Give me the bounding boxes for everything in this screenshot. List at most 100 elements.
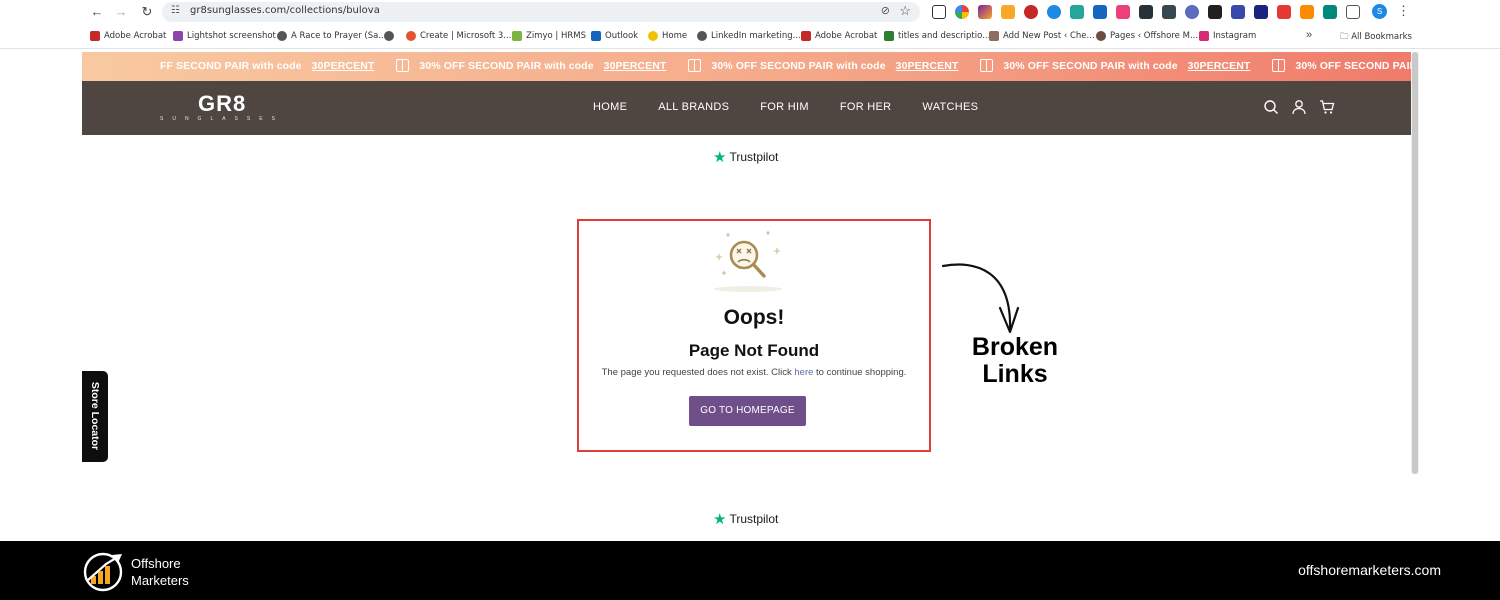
bookmark-item[interactable] xyxy=(384,31,394,41)
url-text[interactable]: gr8sunglasses.com/collections/bulova xyxy=(190,5,380,16)
bookmark-item[interactable]: Adobe Acrobat xyxy=(801,31,877,41)
bookmark-favicon xyxy=(173,31,183,41)
bookmark-item[interactable]: Pages ‹ Offshore M... xyxy=(1096,31,1198,41)
bookmark-item[interactable]: Home xyxy=(648,31,687,41)
nav-watches[interactable]: WATCHES xyxy=(922,101,978,113)
promo-bar: FF SECOND PAIR with code 30PERCENT 30% O… xyxy=(82,52,1411,81)
scrollbar-thumb[interactable] xyxy=(1412,52,1418,474)
promo-item: 30% OFF SECOND PAIR with code 30PERCENT xyxy=(688,59,958,72)
trustpilot-star-icon: ★ xyxy=(713,511,727,528)
search-icon[interactable] xyxy=(1263,99,1279,115)
brand-logo[interactable]: GR8 SUNGLASSES xyxy=(160,89,290,125)
back-icon[interactable]: ← xyxy=(88,3,106,21)
cart-icon[interactable] xyxy=(1319,99,1335,115)
promo-code[interactable]: 30PERCENT xyxy=(604,60,667,72)
extension-icon[interactable] xyxy=(1093,5,1107,19)
bookmark-favicon xyxy=(801,31,811,41)
store-locator-label: Store Locator xyxy=(89,381,101,451)
error-subtitle: Page Not Found xyxy=(688,341,820,360)
bookmark-item[interactable]: Zimyo | HRMS xyxy=(512,31,586,41)
logo-tagline: SUNGLASSES xyxy=(160,116,284,122)
offshore-marketers-logo-icon xyxy=(83,552,123,592)
extension-icon[interactable] xyxy=(1208,5,1222,19)
gift-icon xyxy=(980,59,994,72)
bookmark-favicon xyxy=(697,31,707,41)
nav-for-him[interactable]: FOR HIM xyxy=(760,101,809,113)
promo-item: 30% OFF SECOND PAIR with code 30PERCENT xyxy=(396,59,666,72)
extension-icon[interactable] xyxy=(1024,5,1038,19)
extension-icon[interactable] xyxy=(1139,5,1153,19)
site-settings-icon[interactable]: ☷ xyxy=(171,5,180,16)
extension-icon[interactable] xyxy=(1116,5,1130,19)
bookmark-favicon xyxy=(1096,31,1106,41)
gift-icon xyxy=(396,59,410,72)
footer-banner: Offshore Marketers offshoremarketers.com xyxy=(0,541,1500,600)
account-icon[interactable] xyxy=(1291,99,1307,115)
extension-icon[interactable] xyxy=(1070,5,1084,19)
bookmark-favicon xyxy=(90,31,100,41)
bookmark-favicon xyxy=(512,31,522,41)
nav-all-brands[interactable]: ALL BRANDS xyxy=(658,101,729,113)
trustpilot-label: Trustpilot xyxy=(729,512,779,526)
bookmark-star-icon[interactable]: ☆ xyxy=(899,3,911,19)
promo-code[interactable]: 30PERCENT xyxy=(312,60,375,72)
profile-avatar[interactable]: S xyxy=(1372,4,1387,19)
browser-menu-icon[interactable]: ⋮ xyxy=(1397,3,1410,19)
extension-icon[interactable] xyxy=(1185,5,1199,19)
not-found-panel: Oops! Page Not Found The page you reques… xyxy=(577,219,931,452)
bookmark-item[interactable]: titles and descriptio... xyxy=(884,31,990,41)
go-to-homepage-button[interactable]: GO TO HOMEPAGE xyxy=(689,396,806,426)
extension-icon[interactable] xyxy=(955,5,969,19)
reload-icon[interactable]: ↻ xyxy=(138,3,156,21)
bookmark-favicon xyxy=(591,31,601,41)
extension-icon[interactable] xyxy=(1277,5,1291,19)
trustpilot-widget-top[interactable]: ★ Trustpilot xyxy=(713,148,778,166)
extension-icon[interactable] xyxy=(932,5,946,19)
address-bar[interactable]: ☷ gr8sunglasses.com/collections/bulova ⊘… xyxy=(162,2,920,22)
extension-icon[interactable] xyxy=(978,5,992,19)
bookmark-item[interactable]: Outlook xyxy=(591,31,638,41)
forward-icon[interactable]: → xyxy=(112,3,130,21)
bookmark-item[interactable]: LinkedIn marketing... xyxy=(697,31,801,41)
more-bookmarks-icon[interactable]: » xyxy=(1306,29,1312,41)
bookmark-item[interactable]: Create | Microsoft 3... xyxy=(406,31,511,41)
error-message: The page you requested does not exist. C… xyxy=(601,367,907,378)
bookmark-favicon xyxy=(989,31,999,41)
tracking-eye-icon[interactable]: ⊘ xyxy=(881,4,890,17)
logo-wordmark: GR8 xyxy=(198,91,247,116)
bookmark-item[interactable]: Instagram xyxy=(1199,31,1256,41)
extension-icon[interactable] xyxy=(1162,5,1176,19)
error-title: Oops! xyxy=(723,306,785,329)
extension-icon[interactable] xyxy=(1254,5,1268,19)
magnifier-sad-icon xyxy=(714,231,782,292)
bookmark-item[interactable]: Add New Post ‹ Che... xyxy=(989,31,1095,41)
browser-toolbar: ← → ↻ ☷ gr8sunglasses.com/collections/bu… xyxy=(0,0,1500,25)
page-scrollbar[interactable] xyxy=(1411,52,1419,474)
bookmark-favicon xyxy=(1199,31,1209,41)
extension-icon[interactable] xyxy=(1323,5,1337,19)
gift-icon xyxy=(688,59,702,72)
bookmark-favicon xyxy=(648,31,658,41)
bookmark-favicon xyxy=(277,31,287,41)
extensions-puzzle-icon[interactable] xyxy=(1346,5,1360,19)
continue-shopping-link[interactable]: here xyxy=(794,367,813,378)
bookmark-favicon xyxy=(884,31,894,41)
nav-home[interactable]: HOME xyxy=(593,101,627,113)
promo-item: 30% OFF SECOND PAIR with code 30PERCENT xyxy=(980,59,1250,72)
all-bookmarks-folder[interactable]: 🗀 All Bookmarks xyxy=(1340,31,1412,45)
promo-item: 30% OFF SECOND PAIR wit xyxy=(1272,59,1411,72)
trustpilot-widget-bottom[interactable]: ★ Trustpilot xyxy=(713,510,778,528)
bookmark-item[interactable]: Lightshot screenshot xyxy=(173,31,276,41)
promo-marquee: FF SECOND PAIR with code 30PERCENT 30% O… xyxy=(160,59,1411,72)
extension-icon[interactable] xyxy=(1001,5,1015,19)
bookmark-item[interactable]: Adobe Acrobat xyxy=(90,31,166,41)
nav-for-her[interactable]: FOR HER xyxy=(840,101,892,113)
extension-icon[interactable] xyxy=(1300,5,1314,19)
promo-code[interactable]: 30PERCENT xyxy=(1188,60,1251,72)
extension-icon[interactable] xyxy=(1047,5,1061,19)
store-locator-tab[interactable]: Store Locator xyxy=(82,371,108,462)
extension-icon[interactable] xyxy=(1231,5,1245,19)
promo-code[interactable]: 30PERCENT xyxy=(896,60,959,72)
bookmark-favicon xyxy=(406,31,416,41)
bookmark-item[interactable]: A Race to Prayer (Sa... xyxy=(277,31,386,41)
